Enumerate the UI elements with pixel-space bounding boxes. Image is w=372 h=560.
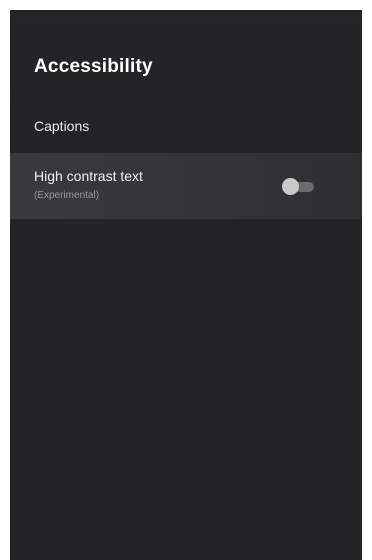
- captions-setting-item[interactable]: Captions: [10, 106, 362, 148]
- panel-header: Accessibility: [10, 10, 362, 105]
- page-title: Accessibility: [34, 56, 153, 77]
- toggle-thumb: [282, 178, 299, 195]
- high-contrast-text-setting-item[interactable]: High contrast text (Experimental): [10, 153, 362, 219]
- high-contrast-text-toggle[interactable]: [280, 177, 318, 197]
- captions-label: Captions: [34, 118, 90, 134]
- high-contrast-text-label: High contrast text: [34, 168, 143, 184]
- settings-panel: Accessibility Captions High contrast tex…: [10, 10, 362, 560]
- experimental-sublabel: (Experimental): [34, 190, 100, 201]
